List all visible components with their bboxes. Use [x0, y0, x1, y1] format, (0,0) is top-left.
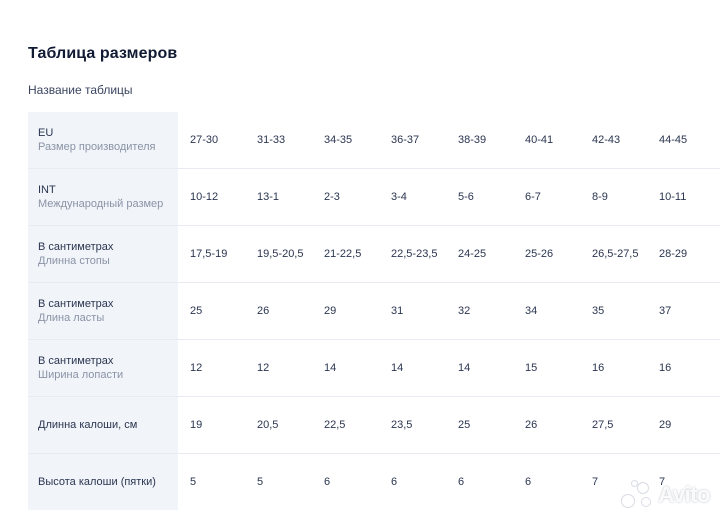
table-row: В сантиметрах Длина ласты 25 26 29 31 32 34 35 37 [28, 283, 720, 340]
page-title: Таблица размеров [28, 45, 178, 62]
size-table: EU Размер производителя 27-30 31-33 34-35 36-… [28, 112, 720, 510]
table-cell: 31 [391, 305, 404, 317]
table-cell: 26 [525, 419, 538, 431]
table-cell: 3-4 [391, 191, 407, 203]
table-row: В сантиметрах Ширина лопасти 12 12 14 14 14 15 1… [28, 340, 720, 397]
table-cell: 6 [525, 476, 532, 488]
table-cell: 27,5 [592, 419, 614, 431]
table-cell: 31-33 [257, 134, 286, 146]
table-cell: 37 [659, 305, 672, 317]
row-header: В сантиметрах Ширина лопасти [28, 340, 178, 396]
row-label: Высота калоши (пятки) [38, 476, 156, 488]
size-chart-page: Таблица размеров Название таблицы EU Разм… [0, 0, 720, 520]
row-header: EU Размер производителя [28, 112, 178, 168]
table-cell: 29 [659, 419, 672, 431]
table-cell: 20,5 [257, 419, 279, 431]
row-sublabel: Ширина лопасти [38, 369, 124, 381]
table-cell: 25 [458, 419, 471, 431]
row-header: Высота калоши (пятки) [28, 454, 178, 510]
table-cell: 6-7 [525, 191, 541, 203]
row-sublabel: Международный размер [38, 198, 164, 210]
row-label: EU [38, 127, 54, 139]
table-cell: 19,5-20,5 [257, 248, 304, 260]
avito-logo-icon [621, 480, 655, 510]
table-cell: 6 [458, 476, 465, 488]
table-cell: 40-41 [525, 134, 554, 146]
table-cell: 44-45 [659, 134, 688, 146]
table-cell: 10-11 [659, 191, 687, 203]
row-header: В сантиметрах Длина ласты [28, 283, 178, 339]
table-cell: 15 [525, 362, 538, 374]
table-cell: 21-22,5 [324, 248, 362, 260]
row-label: INT [38, 184, 56, 196]
watermark-text: Avito [658, 482, 710, 507]
table-cell: 38-39 [458, 134, 487, 146]
row-header: Длинна калоши, см [28, 397, 178, 453]
table-cell: 12 [257, 362, 270, 374]
table-cell: 6 [324, 476, 331, 488]
table-cell: 24-25 [458, 248, 487, 260]
table-row: EU Размер производителя 27-30 31-33 34-35 36-… [28, 112, 720, 169]
table-cell: 14 [458, 362, 471, 374]
row-sublabel: Длинна стопы [38, 255, 110, 267]
row-header: В сантиметрах Длинна стопы [28, 226, 178, 282]
table-cell: 22,5 [324, 419, 346, 431]
table-row: INT Международный размер 10-12 13-1 2-3 3-4 5-… [28, 169, 720, 226]
avito-watermark: Avito [621, 480, 710, 510]
table-cell: 5 [257, 476, 264, 488]
table-cell: 35 [592, 305, 605, 317]
table-cell: 29 [324, 305, 337, 317]
table-cell: 22,5-23,5 [391, 248, 438, 260]
table-cell: 28-29 [659, 248, 688, 260]
row-sublabel: Размер производителя [38, 141, 156, 153]
table-cell: 26 [257, 305, 270, 317]
table-cell: 2-3 [324, 191, 340, 203]
table-cell: 25 [190, 305, 203, 317]
table-cell: 42-43 [592, 134, 621, 146]
table-cell: 6 [391, 476, 398, 488]
table-cell: 12 [190, 362, 203, 374]
table-cell: 36-37 [391, 134, 420, 146]
row-header: INT Международный размер [28, 169, 178, 225]
row-label: В сантиметрах [38, 241, 114, 253]
table-cell: 23,5 [391, 419, 413, 431]
table-cell: 16 [592, 362, 605, 374]
table-cell: 13-1 [257, 191, 280, 203]
table-cell: 17,5-19 [190, 248, 228, 260]
table-cell: 5-6 [458, 191, 474, 203]
table-row: Высота калоши (пятки) 5 5 6 6 6 6 7 7 [28, 454, 720, 510]
table-cell: 16 [659, 362, 672, 374]
table-cell: 8-9 [592, 191, 608, 203]
row-label: В сантиметрах [38, 355, 114, 367]
table-cell: 14 [324, 362, 337, 374]
table-row: Длинна калоши, см 19 20,5 22,5 23,5 25 26 27,5 2… [28, 397, 720, 454]
table-cell: 19 [190, 419, 203, 431]
table-row: В сантиметрах Длинна стопы 17,5-19 19,5-20,… [28, 226, 720, 283]
table-cell: 26,5-27,5 [592, 248, 639, 260]
table-cell: 32 [458, 305, 471, 317]
table-cell: 25-26 [525, 248, 554, 260]
row-sublabel: Длина ласты [38, 312, 105, 324]
table-cell: 34-35 [324, 134, 353, 146]
table-cell: 34 [525, 305, 538, 317]
table-cell: 27-30 [190, 134, 219, 146]
row-label: В сантиметрах [38, 298, 114, 310]
row-label: Длинна калоши, см [38, 419, 138, 431]
table-cell: 14 [391, 362, 404, 374]
table-name: Название таблицы [28, 83, 133, 97]
table-cell: 10-12 [190, 191, 219, 203]
table-cell: 5 [190, 476, 197, 488]
